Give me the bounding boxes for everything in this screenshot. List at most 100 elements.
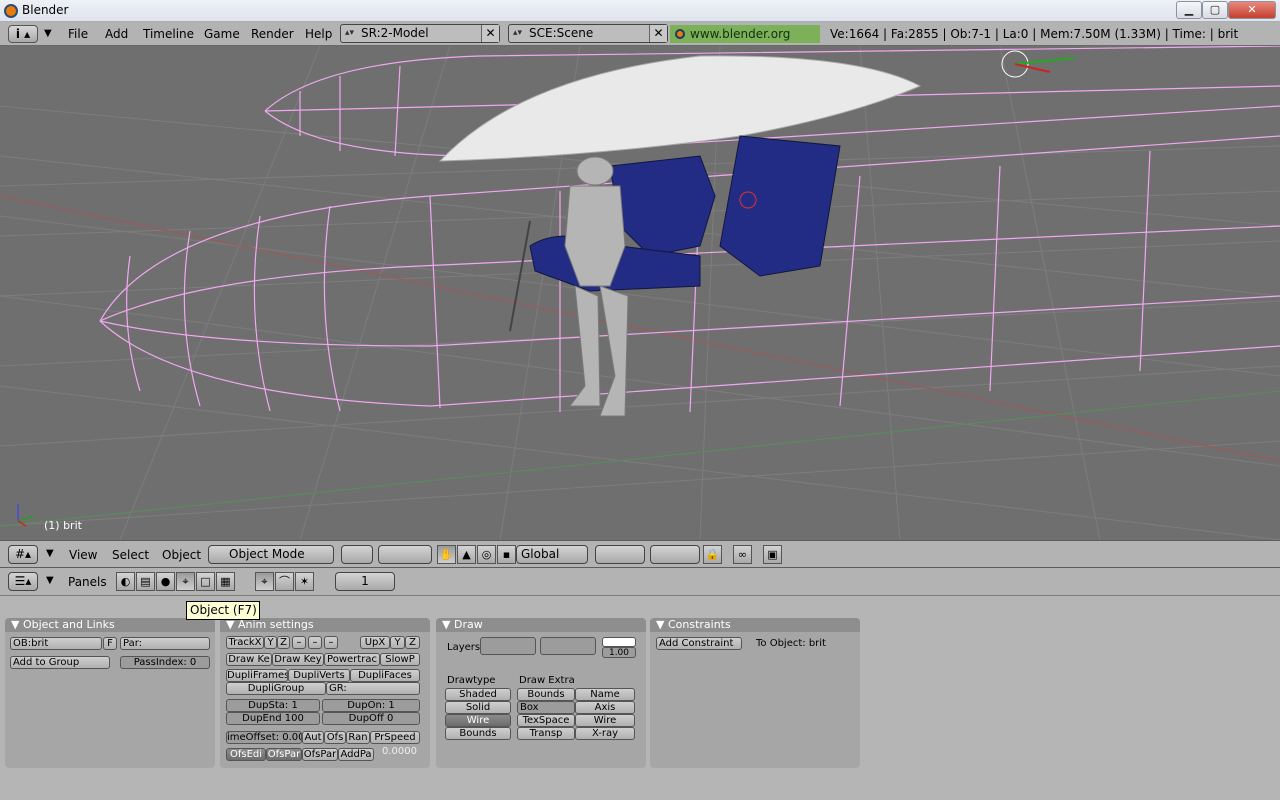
wire-button[interactable]: Wire	[575, 714, 635, 727]
upz-button[interactable]: Z	[405, 636, 420, 649]
dupligroup-button[interactable]: DupliGroup	[226, 682, 326, 695]
name-button[interactable]: Name	[575, 688, 635, 701]
editing-context-icon[interactable]: □	[196, 572, 215, 591]
physics-subcontext-icon[interactable]: ⌒	[275, 572, 294, 591]
add-constraint-button[interactable]: Add Constraint	[656, 637, 742, 650]
info-window-type-icon[interactable]: i ▴	[8, 25, 38, 43]
orientation-select[interactable]: Global	[516, 545, 588, 564]
panels-menu[interactable]: Panels	[68, 575, 107, 589]
layers-grid-2[interactable]	[540, 637, 596, 655]
timeoffset-field[interactable]: imeOffset: 0.00	[226, 731, 302, 744]
prspeed-button[interactable]: PrSpeed	[370, 731, 420, 744]
view3d-type-icon[interactable]: #▴	[8, 545, 38, 564]
menu-game[interactable]: Game	[204, 27, 240, 41]
track-negy-button[interactable]: –	[308, 636, 322, 649]
draw-key-sel-button[interactable]: Draw Key	[272, 653, 324, 666]
xray-button[interactable]: X-ray	[575, 727, 635, 740]
x-handle-icon[interactable]	[1014, 63, 1051, 73]
drawtype-solid-button[interactable]: Solid	[445, 701, 511, 714]
upy-button[interactable]: Y	[390, 636, 405, 649]
panel-title[interactable]: ▼ Draw	[436, 618, 646, 632]
ofsparticle-button[interactable]: OfsPar	[302, 748, 338, 761]
scene-context-icon[interactable]: ▦	[216, 572, 235, 591]
version-link[interactable]: www.blender.org 249.2	[670, 25, 820, 59]
panel-title[interactable]: ▼ Constraints	[650, 618, 860, 632]
drawtype-shaded-button[interactable]: Shaded	[445, 688, 511, 701]
ofsparent-button[interactable]: OfsPar	[266, 748, 302, 761]
parent-field[interactable]: Par:	[120, 637, 210, 650]
dupon-field[interactable]: DupOn: 1	[322, 699, 420, 712]
menu-select[interactable]: Select	[112, 548, 149, 562]
track-negz-button[interactable]: –	[324, 636, 338, 649]
object-context-icon[interactable]: ⌖	[176, 572, 195, 591]
particles-subcontext-icon[interactable]: ✶	[295, 572, 314, 591]
menu-render[interactable]: Render	[251, 27, 294, 41]
track-negx-button[interactable]: –	[292, 636, 306, 649]
collapse-menu-icon[interactable]: ▼	[46, 575, 54, 586]
dupend-field[interactable]: DupEnd 100	[226, 712, 320, 725]
upx-button[interactable]: UpX	[360, 636, 390, 649]
menu-timeline[interactable]: Timeline	[143, 27, 194, 41]
rotate-manipulator-icon[interactable]: ◎	[477, 545, 496, 564]
scale-manipulator-icon[interactable]: ▪	[497, 545, 516, 564]
translate-manipulator-icon[interactable]: ▲	[457, 545, 476, 564]
mode-select[interactable]: Object Mode	[208, 545, 334, 564]
script-context-icon[interactable]: ▤	[136, 572, 155, 591]
fake-user-button[interactable]: F	[103, 637, 117, 650]
menu-help[interactable]: Help	[305, 27, 332, 41]
menu-object[interactable]: Object	[162, 548, 201, 562]
shading-context-icon[interactable]: ●	[156, 572, 175, 591]
delete-scene-icon[interactable]: ✕	[649, 25, 667, 42]
ofsedit-button[interactable]: OfsEdi	[226, 748, 266, 761]
hand-manipulator-icon[interactable]: ✋	[437, 545, 456, 564]
drawtype-bounds-button[interactable]: Bounds	[445, 727, 511, 740]
lock-icon[interactable]: 🔒	[703, 545, 722, 564]
panel-title[interactable]: ▼ Object and Links	[5, 618, 215, 632]
offset-button[interactable]: Ofs	[324, 731, 346, 744]
3d-viewport[interactable]: (1) brit	[0, 46, 1280, 540]
y-handle-icon[interactable]	[1014, 57, 1076, 65]
maximize-button[interactable]: ▢	[1202, 1, 1228, 19]
duplifaces-button[interactable]: DupliFaces	[350, 669, 420, 682]
panel-title[interactable]: ▼ Anim settings	[220, 618, 430, 632]
dupsta-field[interactable]: DupSta: 1	[226, 699, 320, 712]
dupliframes-button[interactable]: DupliFrames	[226, 669, 288, 682]
collapse-menu-icon[interactable]: ▼	[46, 548, 54, 559]
powertrack-button[interactable]: Powertrac	[324, 653, 380, 666]
delete-screen-icon[interactable]: ✕	[481, 25, 499, 42]
logic-context-icon[interactable]: ◐	[116, 572, 135, 591]
bounds-type-select[interactable]: Box	[517, 701, 575, 714]
collapse-menu-icon[interactable]: ▼	[44, 28, 52, 39]
menu-file[interactable]: File	[68, 27, 88, 41]
slowpar-button[interactable]: SlowP	[380, 653, 420, 666]
pivot-select[interactable]	[378, 545, 432, 564]
texspace-button[interactable]: TexSpace	[517, 714, 575, 727]
scene-selector[interactable]: ▴▾ SCE:Scene ✕	[508, 24, 668, 43]
layers-grid-1[interactable]	[480, 637, 536, 655]
axis-button[interactable]: Axis	[575, 701, 635, 714]
snap-icon[interactable]: ∞	[733, 545, 752, 564]
minimize-button[interactable]: ▁	[1176, 1, 1202, 19]
color-swatch[interactable]	[602, 637, 636, 647]
object-subcontext-icon[interactable]: ⌖	[255, 572, 274, 591]
add-to-group-button[interactable]: Add to Group	[10, 656, 110, 669]
menu-view[interactable]: View	[69, 548, 97, 562]
layer-buttons-2[interactable]	[650, 545, 700, 564]
screen-selector[interactable]: ▴▾ SR:2-Model ✕	[340, 24, 500, 43]
tracky-button[interactable]: Y	[264, 636, 277, 649]
render-icon[interactable]: ▣	[763, 545, 782, 564]
auto-offset-button[interactable]: Aut	[302, 731, 324, 744]
dupliverts-button[interactable]: DupliVerts	[288, 669, 350, 682]
addparent-button[interactable]: AddPa	[338, 748, 374, 761]
bounds-button[interactable]: Bounds	[517, 688, 575, 701]
close-button[interactable]: ✕	[1228, 1, 1276, 19]
random-button[interactable]: Ran	[346, 731, 370, 744]
menu-add[interactable]: Add	[105, 27, 128, 41]
buttons-type-icon[interactable]: ☰▴	[8, 572, 38, 591]
frame-field[interactable]: 1	[335, 572, 395, 591]
dupligroup-field[interactable]: GR:	[326, 682, 420, 695]
size-field[interactable]: 1.00	[602, 647, 636, 658]
trackx-button[interactable]: TrackX	[226, 636, 264, 649]
object-name-field[interactable]: OB:brit	[10, 637, 102, 650]
layer-buttons-1[interactable]	[595, 545, 645, 564]
